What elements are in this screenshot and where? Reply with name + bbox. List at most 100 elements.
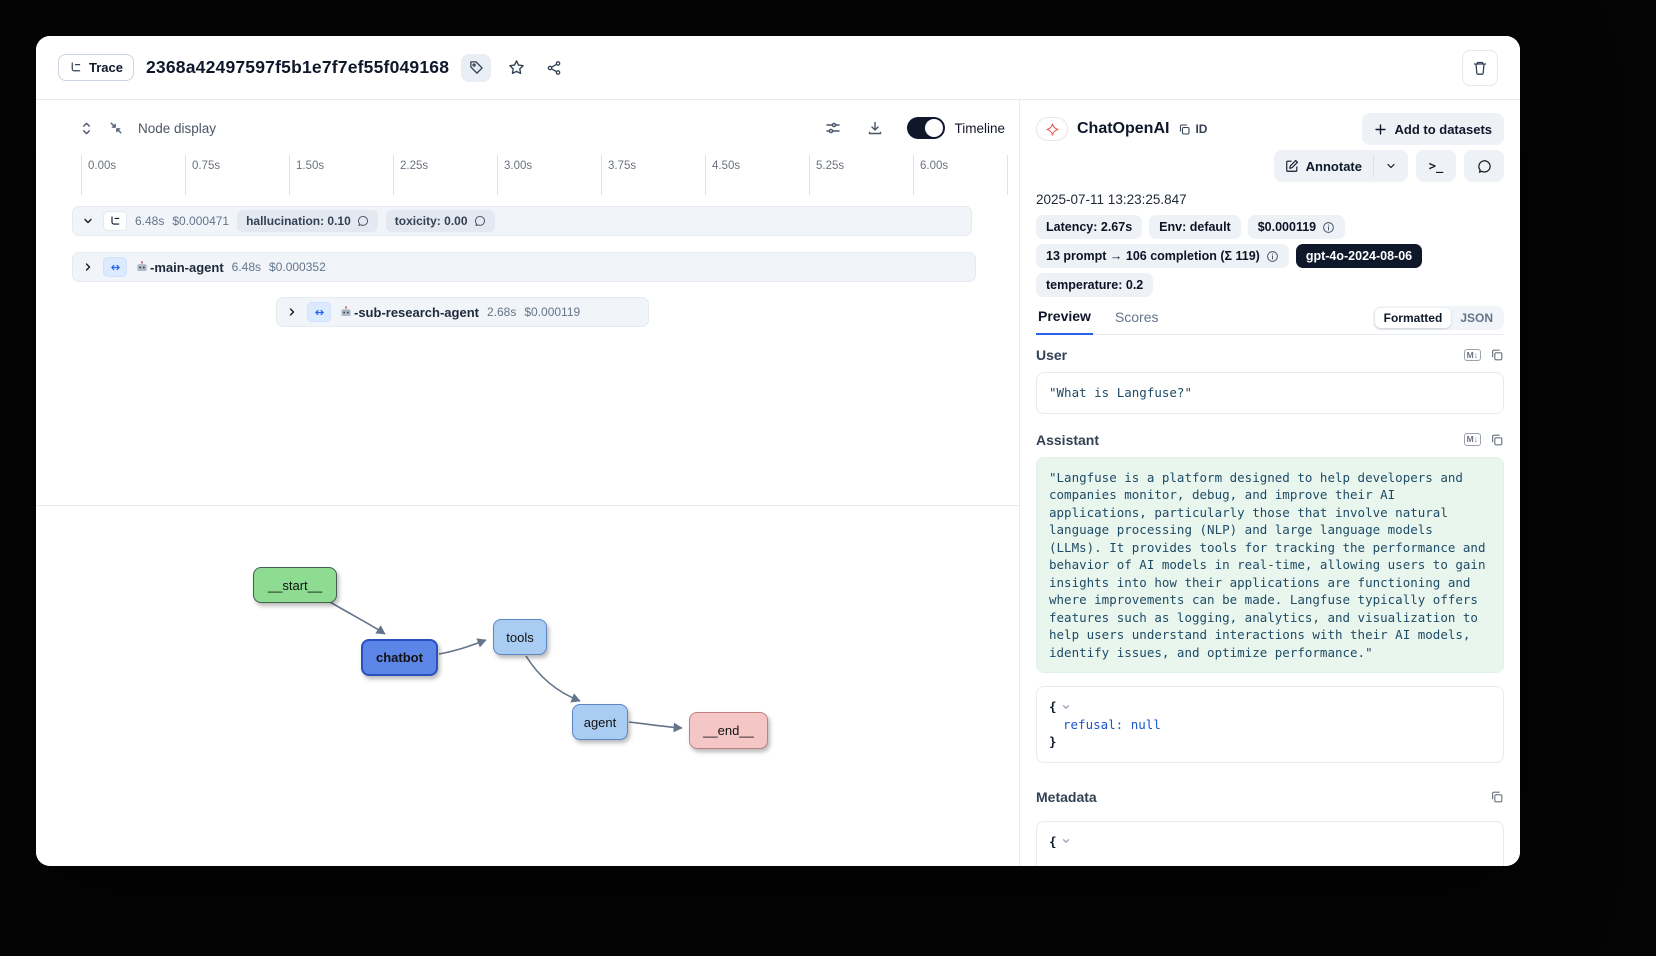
info-icon[interactable] xyxy=(1322,221,1335,234)
observation-detail-panel: ChatOpenAI ID Add to datasets xyxy=(1020,100,1520,866)
tag-button[interactable] xyxy=(461,54,491,82)
span-row-sub-research-agent[interactable]: -sub-research-agent 2.68s $0.000119 xyxy=(276,297,649,327)
trace-id: 2368a42497597f5b1e7f7ef55f049168 xyxy=(146,57,449,78)
model-badge[interactable]: gpt-4o-2024-08-06 xyxy=(1296,244,1422,268)
axis-tick: 1.50s xyxy=(289,155,324,195)
axis-tick: 2.25s xyxy=(393,155,428,195)
annotate-dropdown-button[interactable] xyxy=(1374,150,1408,182)
chat-bubble-icon xyxy=(1477,159,1492,174)
trace-header: Trace 2368a42497597f5b1e7f7ef55f049168 xyxy=(36,36,1520,100)
axis-tick-partial xyxy=(1007,155,1014,195)
share-button[interactable] xyxy=(541,55,567,81)
observation-title-row: ChatOpenAI ID Add to datasets xyxy=(1036,114,1504,144)
markdown-icon[interactable]: M↓ xyxy=(1464,349,1481,362)
observation-actions-row: Annotate >_ xyxy=(1036,150,1504,182)
collapse-chevron-icon[interactable] xyxy=(1061,702,1071,712)
markdown-icon[interactable]: M↓ xyxy=(1464,433,1481,446)
axis-tick: 0.75s xyxy=(185,155,220,195)
token-usage-badge: 13 prompt → 106 completion (Σ 119) xyxy=(1036,244,1289,268)
latency-badge: Latency: 2.67s xyxy=(1036,215,1142,239)
timeline-toggle-switch[interactable] xyxy=(907,117,945,139)
id-label: ID xyxy=(1195,122,1207,136)
trash-icon xyxy=(1472,60,1488,76)
timeline-toolbar: Node display Timeline xyxy=(36,110,1005,146)
langfuse-window: Trace 2368a42497597f5b1e7f7ef55f049168 xyxy=(36,36,1520,866)
info-icon[interactable] xyxy=(1266,250,1279,263)
trace-type-label: Trace xyxy=(89,60,123,75)
comment-icon xyxy=(474,215,486,227)
badge-row-1: Latency: 2.67s Env: default $0.000119 xyxy=(1036,215,1504,239)
observation-name: ChatOpenAI xyxy=(1077,120,1169,138)
graph-node-chatbot[interactable]: chatbot xyxy=(361,639,438,676)
assistant-message-box: "Langfuse is a platform designed to help… xyxy=(1036,457,1504,674)
delete-trace-button[interactable] xyxy=(1462,50,1498,86)
trace-duration: 6.48s xyxy=(135,214,164,228)
annotate-button[interactable]: Annotate xyxy=(1274,150,1373,182)
graph-node-start[interactable]: __start__ xyxy=(253,567,337,603)
copy-icon[interactable] xyxy=(1490,790,1504,804)
generation-type-icon xyxy=(1036,117,1068,141)
star-icon xyxy=(508,59,525,76)
span-row-main-agent[interactable]: -main-agent 6.48s $0.000352 xyxy=(72,252,976,282)
chevron-right-icon[interactable] xyxy=(285,305,299,319)
node-display-label: Node display xyxy=(138,121,216,136)
trace-cost: $0.000471 xyxy=(172,214,229,228)
timeline-panel: Node display Timeline 0.00s 0.75s 1.50s … xyxy=(36,100,1020,866)
graph-node-agent[interactable]: agent xyxy=(572,704,628,740)
temperature-badge: temperature: 0.2 xyxy=(1036,273,1153,297)
collapse-chevron-icon[interactable] xyxy=(1061,836,1071,846)
section-icons: M↓ xyxy=(1464,433,1504,447)
timeline-toggle-label: Timeline xyxy=(954,121,1005,136)
cost-badge: $0.000119 xyxy=(1248,215,1345,239)
user-message-box: "What is Langfuse?" xyxy=(1036,372,1504,414)
format-json[interactable]: JSON xyxy=(1451,308,1502,328)
metadata-box: { xyxy=(1036,821,1504,867)
playground-button[interactable]: >_ xyxy=(1416,150,1456,182)
time-axis: 0.00s 0.75s 1.50s 2.25s 3.00s 3.75s 4.50… xyxy=(36,152,1020,195)
score-label: hallucination: 0.10 xyxy=(246,214,351,228)
tab-scores[interactable]: Scores xyxy=(1113,309,1161,334)
trace-row[interactable]: 6.48s $0.000471 hallucination: 0.10 toxi… xyxy=(72,206,972,236)
assistant-section-header: Assistant M↓ xyxy=(1036,432,1504,448)
score-badge-toxicity[interactable]: toxicity: 0.00 xyxy=(386,210,495,232)
edit-icon xyxy=(1285,159,1299,173)
copy-icon[interactable] xyxy=(1490,348,1504,362)
span-cost: $0.000119 xyxy=(524,305,580,319)
comments-button[interactable] xyxy=(1464,150,1504,182)
json-close-brace: } xyxy=(1049,733,1491,751)
axis-tick: 3.75s xyxy=(601,155,636,195)
span-duration: 6.48s xyxy=(232,260,261,274)
terminal-icon: >_ xyxy=(1429,159,1443,173)
score-badge-hallucination[interactable]: hallucination: 0.10 xyxy=(237,210,378,232)
comment-icon xyxy=(357,215,369,227)
detail-tabs: Preview Scores Formatted JSON xyxy=(1036,303,1504,335)
copy-icon[interactable] xyxy=(1490,433,1504,447)
trace-type-badge[interactable]: Trace xyxy=(58,54,134,81)
list-tree-icon xyxy=(69,61,82,74)
timeline-toggle[interactable]: Timeline xyxy=(907,117,1005,139)
display-settings-button[interactable] xyxy=(823,118,843,138)
axis-tick: 4.50s xyxy=(705,155,740,195)
format-formatted[interactable]: Formatted xyxy=(1375,308,1452,328)
format-toggle: Formatted JSON xyxy=(1373,306,1504,330)
collapse-all-button[interactable] xyxy=(106,118,126,138)
copy-icon xyxy=(1178,123,1191,136)
add-to-datasets-button[interactable]: Add to datasets xyxy=(1362,113,1504,145)
trace-icon xyxy=(103,211,127,231)
chevron-right-icon[interactable] xyxy=(81,260,95,274)
expand-rows-button[interactable] xyxy=(76,118,96,138)
metadata-section-header: Metadata xyxy=(1036,789,1504,805)
axis-tick: 5.25s xyxy=(809,155,844,195)
star-button[interactable] xyxy=(503,55,529,81)
span-cost: $0.000352 xyxy=(269,260,326,274)
share-icon xyxy=(546,60,562,76)
download-button[interactable] xyxy=(865,118,885,138)
graph-node-end[interactable]: __end__ xyxy=(689,712,768,749)
graph-node-tools[interactable]: tools xyxy=(493,619,547,655)
json-open-brace: { xyxy=(1049,833,1057,851)
chevron-down-icon[interactable] xyxy=(81,214,95,228)
tab-preview[interactable]: Preview xyxy=(1036,308,1093,335)
assistant-heading: Assistant xyxy=(1036,432,1099,448)
copy-id-button[interactable]: ID xyxy=(1178,122,1207,136)
json-open-brace: { xyxy=(1049,698,1057,716)
